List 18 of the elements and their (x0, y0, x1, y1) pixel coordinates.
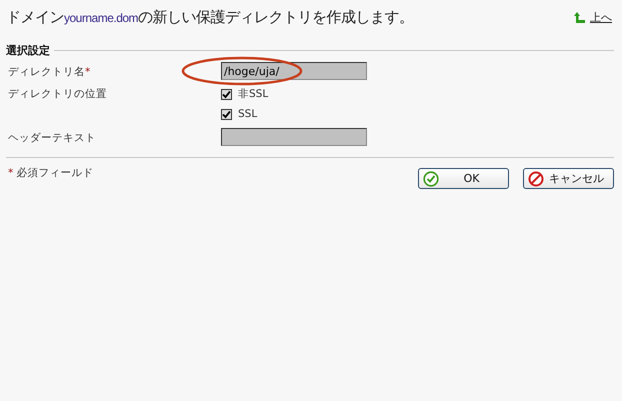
up-arrow-icon (574, 10, 586, 24)
form-button[interactable]: OK (418, 168, 509, 189)
checkbox-label: SSL (238, 108, 258, 120)
form-button[interactable]: キャンセル (523, 168, 614, 189)
field-label: ヘッダーテキスト (7, 131, 97, 146)
prohibited-icon (528, 170, 544, 186)
page-title: ドメインyourname.domの新しい保護ディレクトリを作成します。 (6, 8, 414, 26)
check-icon (423, 170, 439, 186)
required-note: * 必須フィールド (7, 166, 94, 181)
checkbox[interactable] (221, 88, 232, 100)
up-link[interactable]: 上へ (574, 10, 614, 24)
input-field[interactable]: /hoge/uja/ (221, 62, 367, 80)
input-field[interactable] (221, 128, 367, 146)
checkbox[interactable] (221, 108, 232, 120)
section-title: 選択設定 (6, 42, 50, 58)
checkbox-label: 非SSL (238, 87, 268, 101)
field-label: ディレクトリ名* (7, 65, 92, 80)
field-label: ディレクトリの位置 (7, 87, 108, 102)
